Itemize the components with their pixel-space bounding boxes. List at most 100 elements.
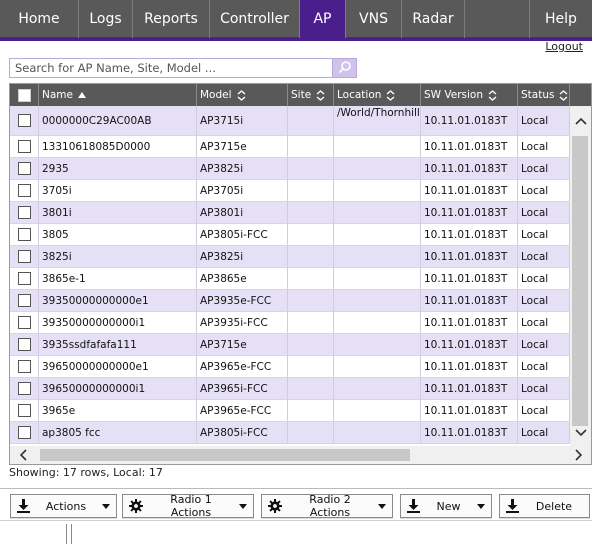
row-checkbox[interactable] [17,228,31,241]
dropdown-arrow-icon [239,503,247,509]
cell-site [288,334,334,355]
column-header-location[interactable]: Location [334,84,421,106]
nav-tab-controller[interactable]: Controller [210,0,300,38]
column-header-name[interactable]: Name [39,84,197,106]
cell-site [288,400,334,421]
cell-site [288,268,334,289]
panel-splitter[interactable] [66,524,72,544]
table-row[interactable]: 39650000000000i1 AP3965i-FCC 10.11.01.0183… [10,378,570,400]
cell-location [334,180,421,201]
cell-location [334,378,421,399]
cell-location [334,202,421,223]
cell-name: 3801i [39,202,197,223]
logout-link[interactable]: Logout [545,40,583,53]
cell-site [288,224,334,245]
row-checkbox[interactable] [17,294,31,307]
new-button[interactable]: New [400,494,492,518]
radio1-actions-button[interactable]: Radio 1 Actions [122,493,254,519]
cell-location [334,246,421,267]
row-checkbox[interactable] [17,250,31,263]
cell-sw-version: 10.11.01.0183T [421,268,518,289]
cell-sw-version: 10.11.01.0183T [421,158,518,179]
cell-status: Local [518,202,570,223]
table-row[interactable]: 3801i AP3801i 10.11.01.0183T Local [10,202,570,224]
cell-model: AP3825i [197,246,288,267]
cell-model: AP3715e [197,334,288,355]
row-checkbox[interactable] [17,114,31,127]
row-checkbox[interactable] [17,338,31,351]
cell-status: Local [518,224,570,245]
horizontal-scrollbar[interactable] [10,446,591,464]
horizontal-scroll-thumb[interactable] [40,449,410,461]
row-checkbox[interactable] [17,184,31,197]
nav-tab-vns[interactable]: VNS [346,0,402,38]
delete-button[interactable]: Delete [499,494,590,518]
table-row[interactable]: 39350000000000e1 AP3935e-FCC 10.11.01.0183… [10,290,570,312]
cell-location [334,268,421,289]
table-row[interactable]: 3865e-1 AP3865e 10.11.01.0183T Local [10,268,570,290]
search-button[interactable] [332,59,356,77]
cell-sw-version: 10.11.01.0183T [421,136,518,157]
row-checkbox[interactable] [17,272,31,285]
cell-model: AP3825i [197,158,288,179]
actions-button[interactable]: Actions [10,494,117,518]
scroll-right-icon[interactable] [570,446,588,464]
table-row[interactable]: 3805 AP3805i-FCC 10.11.01.0183T Local [10,224,570,246]
cell-select [10,290,39,311]
search-icon [338,60,352,77]
vertical-scrollbar[interactable] [570,106,591,446]
nav-tab-home[interactable]: Home [0,0,79,38]
radio2-actions-button[interactable]: Radio 2 Actions [261,493,393,519]
search-input[interactable] [10,59,332,77]
row-checkbox[interactable] [17,382,31,395]
row-checkbox[interactable] [17,360,31,373]
scroll-up-icon[interactable] [570,112,591,130]
nav-tab-reports[interactable]: Reports [133,0,210,38]
table-row[interactable]: 3825i AP3825i 10.11.01.0183T Local [10,246,570,268]
table-row[interactable]: 3705i AP3705i 10.11.01.0183T Local [10,180,570,202]
cell-select [10,180,39,201]
column-header-sw-version[interactable]: SW Version [421,84,518,106]
nav-tab-logs[interactable]: Logs [79,0,133,38]
cell-location [334,158,421,179]
table-row[interactable]: 0000000C29AC00AB AP3715i/World/Thornhill 1… [10,106,570,136]
row-checkbox[interactable] [17,426,31,439]
cell-select [10,268,39,289]
nav-tab-ap[interactable]: AP [300,0,346,38]
row-checkbox[interactable] [17,162,31,175]
vertical-scroll-thumb[interactable] [572,136,588,426]
cell-status: Local [518,136,570,157]
cell-select [10,334,39,355]
download-icon [506,499,519,513]
table-row[interactable]: 39350000000000i1 AP3935i-FCC 10.11.01.0183… [10,312,570,334]
scroll-left-icon[interactable] [14,446,32,464]
cell-name: 3805 [39,224,197,245]
table-row[interactable]: 39650000000000e1 AP3965e-FCC 10.11.01.0183… [10,356,570,378]
table-row[interactable]: 3935ssdfafafa111 AP3715e 10.11.01.0183T Loc… [10,334,570,356]
cell-sw-version: 10.11.01.0183T [421,202,518,223]
new-label: New [436,499,461,513]
nav-tab-radar[interactable]: Radar [402,0,465,38]
sort-both-icon [386,89,395,101]
table-row[interactable]: ap3805 fcc AP3805i-FCC 10.11.01.0183T Local [10,422,570,444]
column-header-site[interactable]: Site [288,84,334,106]
cell-select [10,106,39,135]
column-label-location: Location [337,89,382,101]
column-header-status[interactable]: Status [518,84,570,106]
row-checkbox[interactable] [17,206,31,219]
column-header-model[interactable]: Model [197,84,288,106]
cell-location [334,400,421,421]
scroll-down-icon[interactable] [570,424,591,442]
column-label-site: Site [291,89,312,101]
row-checkbox[interactable] [17,140,31,153]
table-row[interactable]: 3965e AP3965e-FCC 10.11.01.0183T Local [10,400,570,422]
table-row[interactable]: 13310618085D0000 AP3715e 10.11.01.0183T Loc… [10,136,570,158]
cell-sw-version: 10.11.01.0183T [421,356,518,377]
table-row[interactable]: 2935 AP3825i 10.11.01.0183T Local [10,158,570,180]
row-checkbox[interactable] [17,404,31,417]
cell-site [288,246,334,267]
row-checkbox[interactable] [17,316,31,329]
cell-location [334,422,421,443]
nav-help[interactable]: Help [529,0,592,38]
select-all-checkbox[interactable] [17,88,31,102]
